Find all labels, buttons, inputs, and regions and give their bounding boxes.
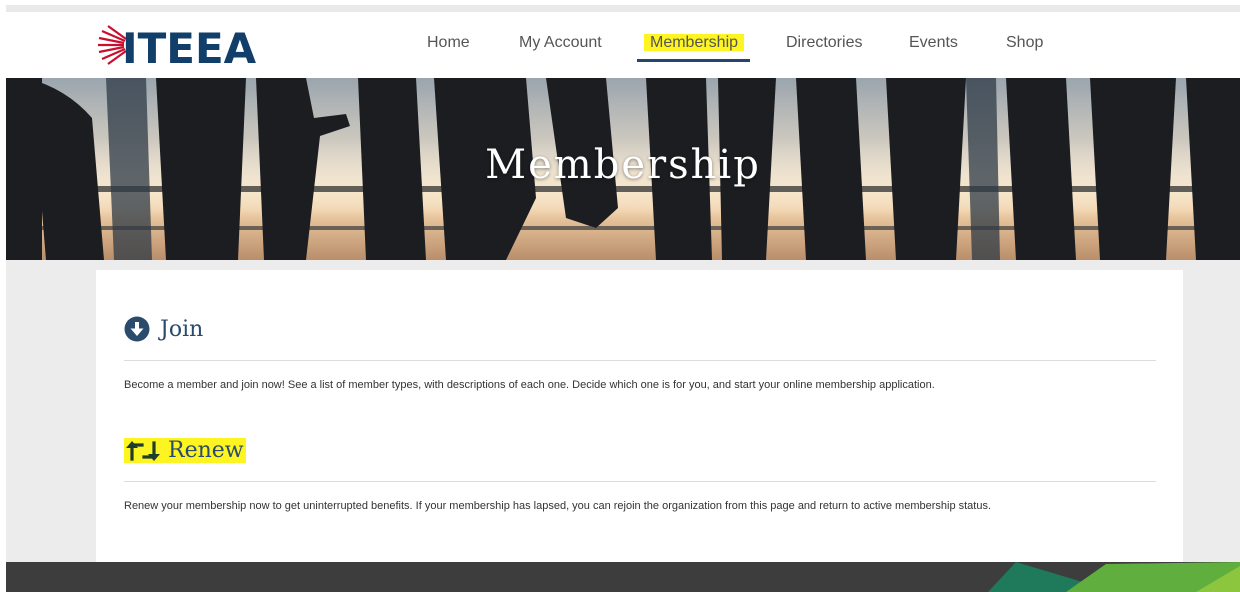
nav-events[interactable]: Events	[909, 34, 958, 52]
nav-directories[interactable]: Directories	[786, 34, 862, 52]
divider	[124, 481, 1156, 482]
site-header: ITEEA Home My Account Membership Directo…	[6, 12, 1240, 78]
nav-home[interactable]: Home	[427, 34, 470, 52]
join-description: Become a member and join now! See a list…	[124, 379, 935, 391]
arrow-down-circle-icon	[124, 316, 150, 342]
renew-title: Renew	[168, 438, 244, 463]
footer-accent-shapes	[988, 562, 1240, 592]
join-title: Join	[160, 316, 204, 342]
renew-link[interactable]: Renew	[124, 438, 246, 463]
nav-shop[interactable]: Shop	[1006, 34, 1043, 52]
main-nav: Home My Account Membership Directories E…	[6, 12, 1240, 78]
nav-my-account[interactable]: My Account	[519, 34, 602, 52]
site-footer	[6, 562, 1240, 592]
hero-banner: Membership	[6, 78, 1240, 260]
divider	[124, 360, 1156, 361]
hero-title: Membership	[485, 142, 761, 188]
active-nav-underline	[637, 59, 750, 62]
membership-options-card: Join Become a member and join now! See a…	[96, 270, 1183, 562]
retweet-icon	[124, 439, 162, 463]
nav-membership[interactable]: Membership	[644, 34, 745, 52]
join-link[interactable]: Join	[124, 316, 203, 342]
top-strip	[6, 5, 1240, 12]
nav-membership-label: Membership	[644, 34, 745, 51]
renew-description: Renew your membership now to get uninter…	[124, 500, 992, 512]
